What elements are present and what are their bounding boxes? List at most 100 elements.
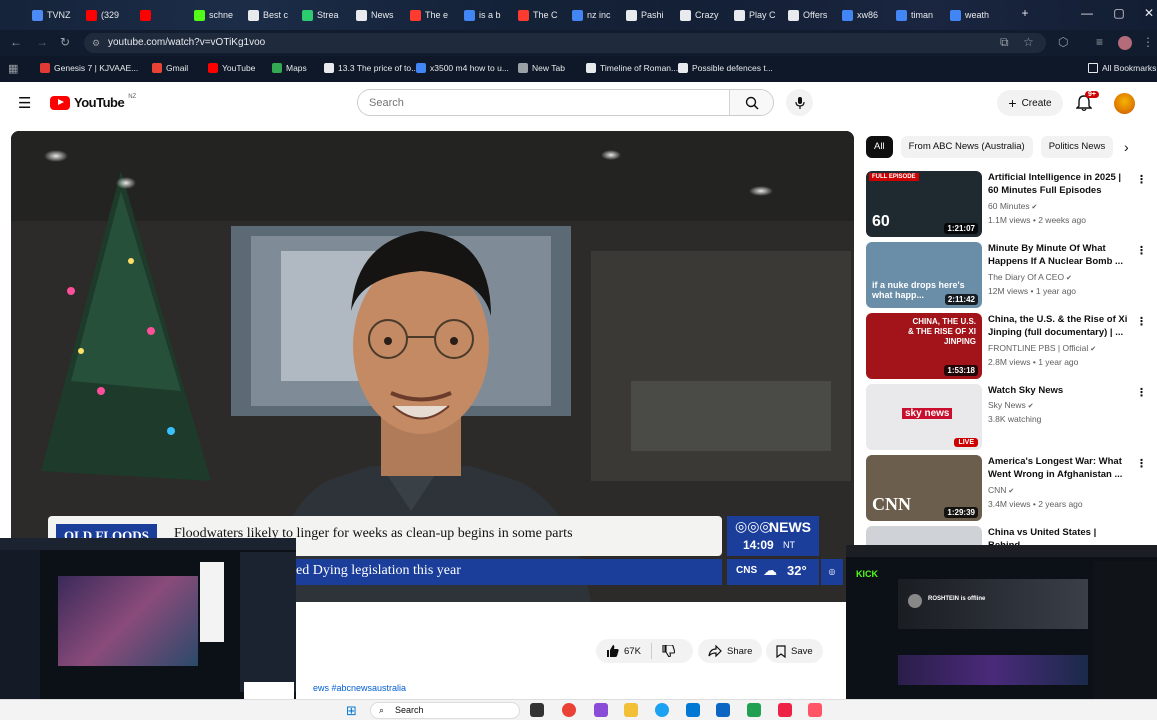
bookmark-item[interactable]: x3500 m4 how to u... <box>416 63 509 73</box>
description-hashtags[interactable]: ews #abcnewsaustralia <box>313 683 406 693</box>
video-title[interactable]: Watch Sky News <box>988 384 1128 397</box>
app-icon[interactable] <box>594 703 608 717</box>
chevron-right-icon[interactable]: › <box>1124 139 1129 155</box>
recommended-video[interactable]: FULL EPISODE 60 1:21:07 Artificial Intellig… <box>866 171 1156 237</box>
browser-tab[interactable]: Play C <box>734 6 784 24</box>
video-thumbnail[interactable]: FULL EPISODE 60 1:21:07 <box>866 171 982 237</box>
bookmark-star-icon[interactable]: ☆ <box>1023 35 1034 49</box>
browser-tab[interactable]: Pashi <box>626 6 676 24</box>
profile-avatar[interactable] <box>1118 36 1132 50</box>
video-thumbnail[interactable] <box>866 526 982 546</box>
apps-grid-icon[interactable]: ▦ <box>8 62 18 75</box>
account-avatar[interactable] <box>1114 93 1135 114</box>
new-tab-plus-icon[interactable]: + <box>1018 6 1032 20</box>
casino-stream-window[interactable] <box>0 538 296 713</box>
video-thumbnail[interactable]: CHINA, THE U.S. & THE RISE OF XI JINPING… <box>866 313 982 379</box>
browser-tab[interactable]: Crazy <box>680 6 730 24</box>
minimize-icon[interactable]: — <box>1080 6 1094 20</box>
channel-name[interactable]: 60 Minutes ✔ <box>988 201 1037 211</box>
notifications-button[interactable]: 9+ <box>1075 91 1099 115</box>
channel-name[interactable]: FRONTLINE PBS | Official ✔ <box>988 343 1096 353</box>
save-button[interactable]: Save <box>766 639 823 663</box>
browser-tab[interactable]: Best c <box>248 6 298 24</box>
browser-tab[interactable]: Offers <box>788 6 838 24</box>
browser-tab[interactable] <box>140 6 190 24</box>
bookmark-item[interactable]: New Tab <box>518 63 565 73</box>
bookmark-item[interactable]: YouTube <box>208 63 255 73</box>
browser-tab[interactable]: (329 <box>86 6 136 24</box>
app3-icon[interactable] <box>808 703 822 717</box>
filter-chip[interactable]: All <box>866 136 893 158</box>
edge-icon[interactable] <box>655 703 669 717</box>
create-button[interactable]: + Create <box>997 90 1063 116</box>
youtube-logo[interactable]: YouTube NZ <box>50 94 136 110</box>
reading-list-icon[interactable]: ≡ <box>1096 35 1103 49</box>
video-title[interactable]: China, the U.S. & the Rise of Xi Jinping… <box>988 313 1128 339</box>
site-info-icon[interactable]: ⚙ <box>92 33 100 53</box>
browser-tab[interactable]: The e <box>410 6 460 24</box>
kick-stream-window[interactable]: KICK ROSHTEIN is offline <box>846 545 1157 710</box>
video-title[interactable]: Artificial Intelligence in 2025 | 60 Min… <box>988 171 1128 197</box>
video-thumbnail[interactable]: CNN 1:29:39 <box>866 455 982 521</box>
filter-chip[interactable]: From ABC News (Australia) <box>900 136 1033 158</box>
browser-tab[interactable]: News <box>356 6 406 24</box>
like-button[interactable]: 67K <box>596 643 652 659</box>
browser-tab[interactable]: timan <box>896 6 946 24</box>
video-title[interactable]: America's Longest War: What Went Wrong i… <box>988 455 1128 481</box>
store-icon[interactable] <box>716 703 730 717</box>
forward-arrow-icon[interactable]: → <box>36 35 48 49</box>
windows-start-icon[interactable]: ⊞ <box>346 703 357 719</box>
task-view-icon[interactable] <box>530 703 544 717</box>
extensions-icon[interactable]: ⬡ <box>1058 35 1068 49</box>
video-title[interactable]: China vs United States | Behind <box>988 526 1128 546</box>
filter-chip[interactable]: Politics News <box>1040 136 1114 158</box>
reload-icon[interactable]: ↻ <box>60 35 70 49</box>
bookmark-item[interactable]: 13.3 The price of to... <box>324 63 418 73</box>
bookmark-item[interactable]: Timeline of Roman... <box>586 63 678 73</box>
dislike-button[interactable] <box>652 645 685 657</box>
browser-tab[interactable]: schne <box>194 6 244 24</box>
file-explorer-icon[interactable] <box>624 703 638 717</box>
bookmark-item[interactable]: Genesis 7 | KJVAAE... <box>40 63 138 73</box>
video-title[interactable]: Minute By Minute Of What Happens If A Nu… <box>988 242 1128 268</box>
browser-tab[interactable]: Strea <box>302 6 352 24</box>
mail-icon[interactable] <box>686 703 700 717</box>
recommended-video[interactable]: CHINA, THE U.S. & THE RISE OF XI JINPING… <box>866 313 1156 379</box>
taskbar-search[interactable]: ⌕ Search <box>370 702 520 719</box>
search-input[interactable] <box>358 90 729 115</box>
browser-tab[interactable]: weath <box>950 6 1000 24</box>
app2-icon[interactable] <box>778 703 792 717</box>
browser-menu-icon[interactable]: ⋮ <box>1142 35 1154 49</box>
browser-tab[interactable]: xw86 <box>842 6 892 24</box>
bookmark-item[interactable]: Gmail <box>152 63 188 73</box>
maximize-icon[interactable]: ▢ <box>1112 6 1126 20</box>
bookmark-item[interactable]: Possible defences t... <box>678 63 773 73</box>
recommended-video[interactable]: sky news LIVE Watch Sky News Sky News ✔ 3.8K… <box>866 384 1156 450</box>
browser-tab[interactable]: nz inc <box>572 6 622 24</box>
more-options-icon[interactable]: ⋮ <box>1136 457 1147 470</box>
spotify-icon[interactable] <box>747 703 761 717</box>
browser-tab[interactable]: is a b <box>464 6 514 24</box>
chrome-icon[interactable] <box>562 703 576 717</box>
all-bookmarks-folder[interactable]: All Bookmarks <box>1088 63 1156 73</box>
install-app-icon[interactable]: ⧉ <box>1000 35 1009 50</box>
video-thumbnail[interactable]: sky news LIVE <box>866 384 982 450</box>
back-arrow-icon[interactable]: ← <box>10 35 22 49</box>
browser-tab[interactable]: The C <box>518 6 568 24</box>
more-options-icon[interactable]: ⋮ <box>1136 173 1147 186</box>
channel-name[interactable]: Sky News ✔ <box>988 400 1034 410</box>
video-player[interactable]: OLD FLOODS Floodwaters likely to linger … <box>11 131 854 602</box>
share-button[interactable]: Share <box>698 639 763 663</box>
recommended-video[interactable]: if a nuke drops here's what happ... 2:11:… <box>866 242 1156 308</box>
bookmark-item[interactable]: Maps <box>272 63 307 73</box>
channel-name[interactable]: The Diary Of A CEO ✔ <box>988 272 1072 282</box>
recommended-video[interactable]: China vs United States | Behind <box>866 526 1156 546</box>
more-options-icon[interactable]: ⋮ <box>1136 386 1147 399</box>
search-button[interactable] <box>729 90 773 115</box>
recommended-video[interactable]: CNN 1:29:39 America's Longest War: What We… <box>866 455 1156 521</box>
hamburger-menu-icon[interactable]: ☰ <box>18 94 31 112</box>
channel-name[interactable]: CNN ✔ <box>988 485 1014 495</box>
browser-tab[interactable]: TVNZ <box>32 6 82 24</box>
more-options-icon[interactable]: ⋮ <box>1136 315 1147 328</box>
video-thumbnail[interactable]: if a nuke drops here's what happ... 2:11:… <box>866 242 982 308</box>
